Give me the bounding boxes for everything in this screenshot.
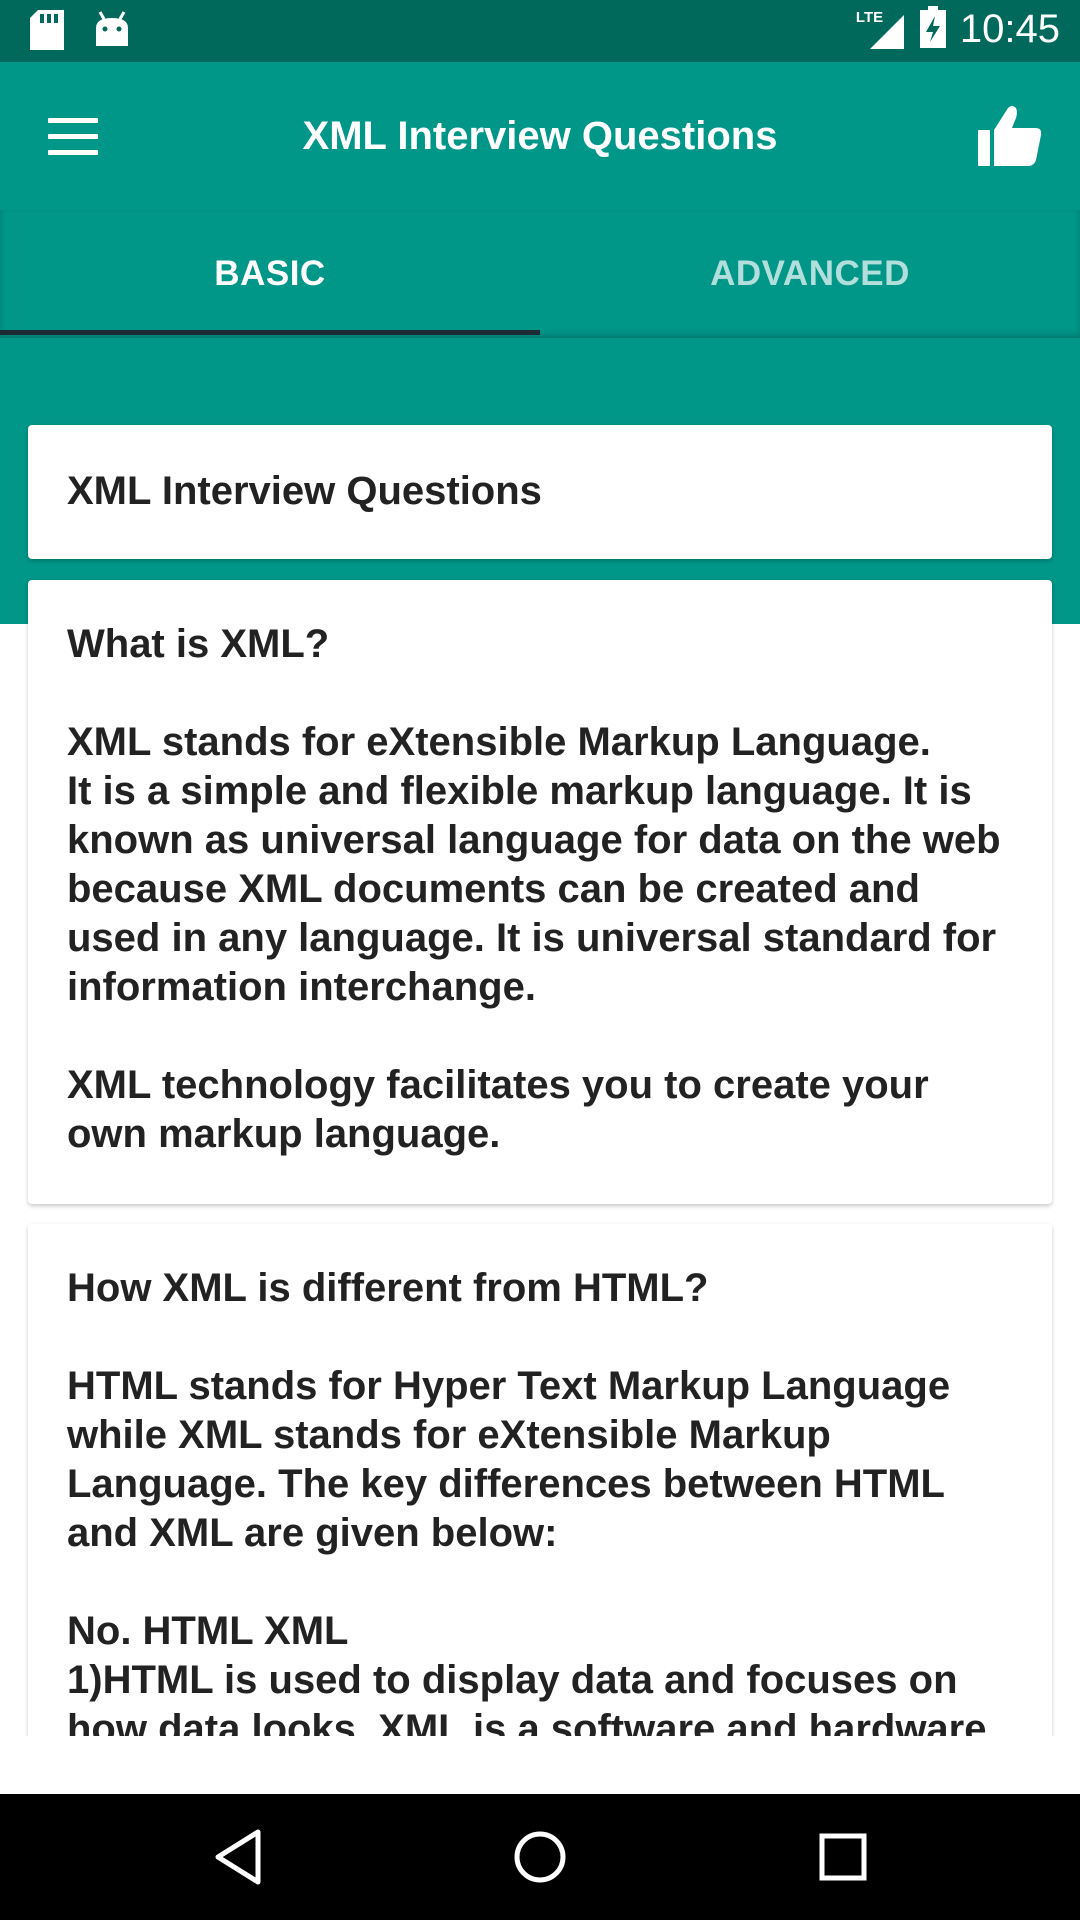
- lte-signal-icon: LTE: [856, 9, 906, 51]
- question-list[interactable]: XML Interview Questions What is XML? XML…: [0, 338, 1080, 1736]
- tab-indicator: [0, 330, 540, 335]
- app-bar: XML Interview Questions: [0, 62, 1080, 210]
- tab-basic[interactable]: BASIC: [0, 210, 540, 338]
- thumbs-up-icon[interactable]: [976, 102, 1044, 170]
- question-card[interactable]: What is XML? XML stands for eXtensible M…: [28, 580, 1052, 1204]
- question-card[interactable]: How XML is different from HTML? HTML sta…: [28, 1224, 1052, 1736]
- question-title: What is XML?: [67, 622, 330, 666]
- status-time: 10:45: [959, 7, 1060, 51]
- home-icon[interactable]: [507, 1824, 573, 1890]
- app-title: XML Interview Questions: [302, 114, 778, 158]
- question-answer: XML stands for eXtensible Markup Languag…: [67, 720, 1001, 1156]
- recents-icon[interactable]: [810, 1824, 876, 1890]
- tab-bar: BASIC ADVANCED: [0, 210, 1080, 338]
- battery-charging-icon: [919, 6, 946, 53]
- header-card: XML Interview Questions: [28, 425, 1052, 559]
- header-card-title: XML Interview Questions: [67, 469, 542, 513]
- question-title: How XML is different from HTML?: [67, 1266, 709, 1310]
- tab-advanced[interactable]: ADVANCED: [540, 210, 1080, 338]
- android-icon: [94, 10, 130, 55]
- back-icon[interactable]: [206, 1824, 272, 1890]
- status-bar: LTE 10:45: [0, 0, 1080, 62]
- question-answer: HTML stands for Hyper Text Markup Langua…: [67, 1364, 987, 1736]
- navigation-bar: [0, 1794, 1080, 1920]
- sd-card-icon: [30, 10, 64, 55]
